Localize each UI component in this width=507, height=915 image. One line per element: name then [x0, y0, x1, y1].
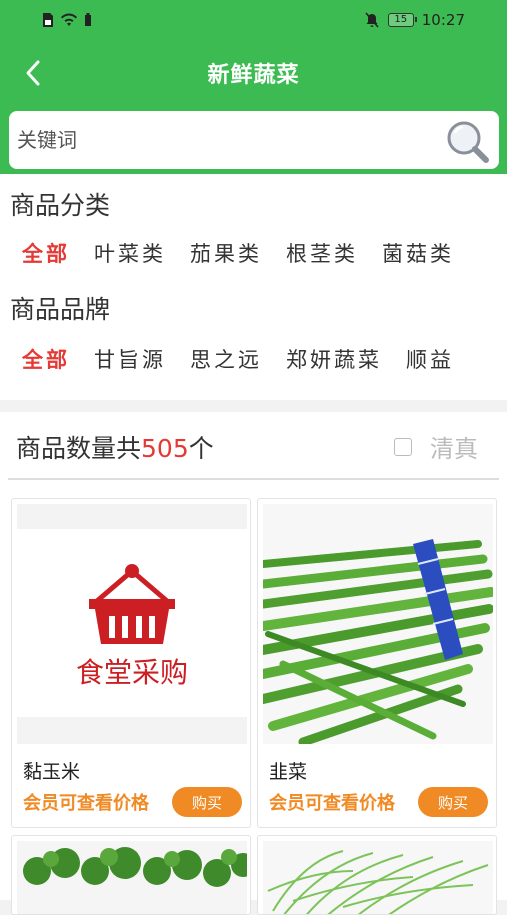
- status-bar: 15 10:27: [0, 0, 507, 44]
- brand-chip-ganzhiyuan[interactable]: 甘旨源: [94, 344, 166, 374]
- filter-panel: 商品分类 全部 叶菜类 茄果类 根茎类 菌菇类 商品品牌 全部 甘旨源 思之远 …: [0, 174, 507, 400]
- category-section-title: 商品分类: [10, 191, 111, 220]
- dill-photo: [263, 841, 493, 914]
- product-card[interactable]: 食堂采购 黏玉米 会员可查看价格 购买: [11, 498, 251, 828]
- buy-button[interactable]: 购买: [172, 787, 242, 817]
- product-grid: 食堂采购 黏玉米 会员可查看价格 购买 韭菜 会员可查看价格 购买: [0, 480, 507, 915]
- category-chip-leafy[interactable]: 叶菜类: [94, 238, 166, 268]
- product-image: 食堂采购: [17, 504, 247, 744]
- chives-photo: [258, 504, 496, 747]
- svg-text:食堂采购: 食堂采购: [76, 656, 188, 689]
- clock: 10:27: [421, 11, 465, 29]
- brand-section-title: 商品品牌: [10, 295, 111, 324]
- product-name: 韭菜: [269, 761, 308, 783]
- search-icon: [447, 121, 489, 163]
- brand-chip-all[interactable]: 全部: [22, 344, 70, 374]
- battery-small-icon: [85, 13, 91, 26]
- product-name: 黏玉米: [23, 761, 81, 783]
- buy-button[interactable]: 购买: [418, 787, 488, 817]
- brand-chip-sizhiyuan[interactable]: 思之远: [190, 344, 262, 374]
- product-card[interactable]: 韭菜 会员可查看价格 购买: [257, 498, 497, 828]
- product-count-number: 505: [141, 434, 189, 463]
- search-box: [9, 111, 499, 169]
- mute-bell-icon: [365, 12, 379, 28]
- product-price: 会员可查看价格: [23, 793, 149, 814]
- product-card[interactable]: [257, 835, 497, 915]
- product-card[interactable]: [11, 835, 251, 915]
- search-bar: [0, 104, 507, 174]
- product-image: [263, 841, 493, 914]
- brand-chip-zhengyan[interactable]: 郑妍蔬菜: [286, 344, 382, 374]
- halal-label[interactable]: 清真: [430, 429, 478, 464]
- page-title: 新鲜蔬菜: [207, 63, 300, 88]
- count-bar: 商品数量共505个 清真: [0, 412, 507, 480]
- battery-icon: 15: [387, 13, 417, 27]
- category-chip-solanaceous[interactable]: 茄果类: [190, 238, 262, 268]
- brand-chip-shunyi[interactable]: 顺益: [406, 344, 454, 374]
- search-input[interactable]: [17, 123, 437, 157]
- product-price: 会员可查看价格: [269, 793, 395, 814]
- category-chip-root[interactable]: 根茎类: [286, 238, 358, 268]
- status-icons-left: [42, 12, 92, 28]
- status-icons-right: 15 10:27: [364, 11, 465, 29]
- wifi-icon: [61, 13, 77, 26]
- category-chips: 全部 叶菜类 茄果类 根茎类 菌菇类: [22, 238, 454, 268]
- brand-chips: 全部 甘旨源 思之远 郑妍蔬菜 顺益: [22, 344, 454, 374]
- product-count: 商品数量共505个: [16, 434, 214, 463]
- product-image: [258, 504, 496, 747]
- halal-checkbox[interactable]: [394, 438, 412, 456]
- search-button[interactable]: [443, 117, 491, 165]
- sim-icon: [43, 13, 53, 27]
- category-chip-mushroom[interactable]: 菌菇类: [382, 238, 454, 268]
- canteen-basket-logo: 食堂采购: [17, 529, 247, 717]
- title-bar: 新鲜蔬菜: [0, 44, 507, 104]
- coriander-photo: [17, 841, 250, 914]
- product-image: [17, 841, 250, 914]
- category-chip-all[interactable]: 全部: [22, 238, 70, 268]
